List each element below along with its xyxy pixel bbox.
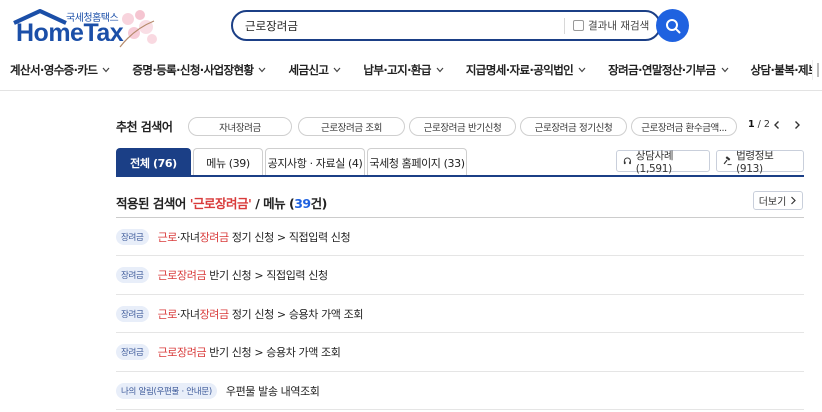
category-badge: 나의 알림(우편물 · 안내문) [116, 382, 217, 399]
nav-item-label: 장려금·연말정산·기부금 [608, 63, 716, 77]
recommended-chip[interactable]: 근로장려금 조회 [298, 117, 405, 136]
recommended-chip[interactable]: 근로장려금 정기신청 [520, 117, 627, 136]
chevron-down-icon [333, 67, 341, 73]
search-box: 결과내 재검색 [231, 10, 661, 41]
nav-item-label: 상담·불복·제보 [750, 63, 819, 77]
chevron-down-icon [436, 67, 444, 73]
result-link[interactable]: 근로장려금 반기 신청 > 승용차 가액 조회 [158, 344, 341, 360]
cherry-blossom-icon [119, 10, 157, 48]
chevron-right-icon[interactable] [792, 120, 802, 130]
law-info-label: 법령정보 (913) [736, 149, 774, 175]
search-input[interactable] [245, 17, 555, 35]
result-tab[interactable]: 전체 (76) [116, 148, 191, 176]
chevron-down-icon [721, 67, 728, 73]
result-keyword: '근로장려금' [189, 196, 252, 211]
nav-item[interactable]: 상담·불복·제보 [741, 58, 822, 82]
recommended-chip[interactable]: 근로장려금 반기신청 [409, 117, 516, 136]
nav-item[interactable]: 세금신고 [278, 58, 341, 82]
keyword-highlight: 근로 [157, 230, 178, 244]
result-link[interactable]: 근로·자녀장려금 정기 신청 > 승용차 가액 조회 [158, 306, 364, 322]
category-badge: 장려금 [116, 228, 149, 245]
category-badge: 장려금 [116, 344, 149, 360]
nav-edge-icon [816, 63, 819, 77]
chevron-down-icon [259, 67, 266, 73]
result-row[interactable]: 장려금 근로·자녀장려금 정기 신청 > 직접입력 신청 [116, 218, 804, 256]
headset-icon [623, 157, 631, 165]
hometax-logo[interactable]: 국세청홈택스 HomeTax [10, 7, 160, 48]
nav-item[interactable]: 지급명세·자료·공익법인 [456, 58, 586, 82]
nav-item-label: 납부·고지·환급 [363, 63, 431, 77]
keyword-highlight: 장려금 [199, 307, 230, 321]
result-row[interactable]: 나의 알림(우편물 · 안내문) 우편물 발송 내역조회 [116, 372, 804, 410]
keyword-highlight: 근로장려금 [157, 346, 207, 359]
keyword-highlight: 근로 [157, 307, 178, 321]
research-label: 결과내 재검색 [588, 20, 650, 32]
nav-item[interactable]: 납부·고지·환급 [353, 58, 444, 82]
nav-scroll-right-button[interactable] [812, 60, 822, 80]
result-link[interactable]: 근로·자녀장려금 정기 신청 > 직접입력 신청 [158, 229, 351, 245]
result-row[interactable]: 장려금 근로·자녀장려금 정기 신청 > 승용차 가액 조회 [116, 295, 804, 333]
result-text: ·자녀 [177, 307, 200, 321]
main-nav: 계산서·영수증·카드 증명·등록·신청·사업장현황 세금신고 납부·고지·환급 지급명세… [0, 58, 822, 82]
nav-item[interactable]: 장려금·연말정산·기부금 [598, 58, 728, 82]
result-text: 정기 신청 > 승용차 가액 조회 [228, 307, 364, 321]
recommended-title: 추천 검색어 [116, 120, 173, 134]
recommended-chip[interactable]: 근로장려금 환수금액... [631, 117, 737, 136]
law-info-button[interactable]: 법령정보 (913) [716, 149, 804, 175]
research-within-results[interactable]: 결과내 재검색 [573, 18, 649, 33]
result-header: 적용된 검색어 '근로장려금' / 메뉴 (39건) [116, 196, 327, 211]
search-button[interactable] [656, 9, 689, 42]
recommend-pagination: 1 / 2 [748, 119, 770, 130]
result-text: 반기 신청 > 승용차 가액 조회 [206, 346, 341, 359]
result-row[interactable]: 장려금 근로장려금 반기 신청 > 직접입력 신청 [116, 257, 804, 295]
chevron-right-icon [791, 196, 797, 205]
more-button[interactable]: 더보기 [753, 191, 803, 210]
tabs-underline [116, 175, 804, 177]
nav-divider [0, 90, 822, 91]
result-text: ·자녀 [177, 230, 200, 244]
research-checkbox[interactable] [573, 20, 584, 31]
nav-item-label: 증명·등록·신청·사업장현황 [132, 63, 254, 77]
gavel-icon [723, 156, 732, 166]
nav-item-label: 계산서·영수증·카드 [10, 63, 98, 77]
search-divider [564, 18, 565, 34]
chevron-down-icon [102, 67, 110, 73]
consult-cases-button[interactable]: 상담사례 (1,591) [616, 149, 710, 175]
result-tab[interactable]: 메뉴 (39) [193, 148, 263, 176]
result-text: 반기 신청 > 직접입력 신청 [206, 269, 328, 282]
search-icon [665, 18, 680, 33]
category-badge: 장려금 [116, 305, 149, 322]
nav-item[interactable]: 증명·등록·신청·사업장현황 [122, 58, 266, 82]
more-label: 더보기 [758, 197, 787, 208]
result-tab[interactable]: 공지사항 · 자료실 (4) [265, 148, 365, 176]
chevron-down-icon [578, 67, 586, 73]
result-text: 우편물 발송 내역조회 [225, 384, 320, 398]
nav-item-label: 세금신고 [288, 63, 329, 77]
consult-cases-label: 상담사례 (1,591) [635, 149, 674, 175]
result-link[interactable]: 우편물 발송 내역조회 [226, 383, 320, 399]
result-tab[interactable]: 국세청 홈페이지 (33) [367, 148, 467, 176]
chevron-left-icon[interactable] [772, 120, 782, 130]
logo-wordmark: HomeTax [16, 19, 124, 47]
result-link[interactable]: 근로장려금 반기 신청 > 직접입력 신청 [157, 267, 329, 283]
recommended-chip[interactable]: 자녀장려금 [188, 117, 292, 136]
nav-item-label: 지급명세·자료·공익법인 [465, 63, 574, 77]
result-text: 정기 신청 > 직접입력 신청 [228, 230, 351, 244]
category-badge: 장려금 [116, 267, 149, 283]
nav-item[interactable]: 계산서·영수증·카드 [0, 58, 110, 82]
result-count: 39 [294, 196, 311, 211]
keyword-highlight: 장려금 [199, 230, 230, 244]
keyword-highlight: 근로장려금 [157, 269, 207, 282]
result-row[interactable]: 장려금 근로장려금 반기 신청 > 승용차 가액 조회 [116, 334, 804, 372]
